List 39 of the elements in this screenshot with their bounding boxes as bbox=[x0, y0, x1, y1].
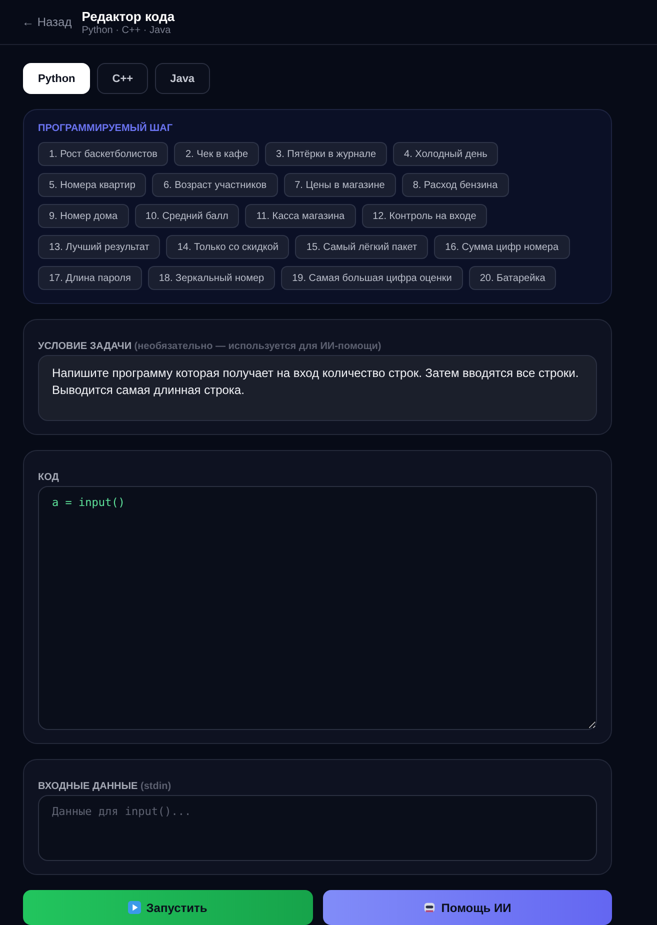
step-chip[interactable]: 2. Чек в кафе bbox=[174, 142, 260, 166]
step-chip[interactable]: 6. Возраст участников bbox=[152, 173, 278, 197]
step-chip[interactable]: 12. Контроль на входе bbox=[362, 204, 488, 228]
step-chip[interactable]: 8. Расход бензина bbox=[402, 173, 509, 197]
step-chip[interactable]: 9. Номер дома bbox=[38, 204, 129, 228]
play-icon bbox=[128, 901, 142, 914]
step-chip[interactable]: 17. Длина пароля bbox=[38, 266, 142, 290]
field-label: ВХОДНЫЕ ДАННЫЕ bbox=[38, 781, 138, 792]
step-chip[interactable]: 14. Только со скидкой bbox=[166, 235, 290, 259]
field-hint: (необязательно — используется для ИИ-помощи) bbox=[134, 341, 382, 352]
language-tab[interactable]: C++ bbox=[97, 63, 148, 94]
language-tab[interactable]: Java bbox=[155, 63, 210, 94]
step-chip[interactable]: 11. Касса магазина bbox=[245, 204, 356, 228]
ai-help-button[interactable]: Помощь ИИ bbox=[322, 890, 612, 925]
section-heading: ПРОГРАММИРУЕМЫЙ ШАГ bbox=[38, 123, 174, 134]
field-hint: (stdin) bbox=[140, 781, 172, 792]
step-chip[interactable]: 18. Зеркальный номер bbox=[148, 266, 276, 290]
code-editor[interactable]: a = input() bbox=[38, 486, 597, 730]
field-label: КОД bbox=[38, 472, 59, 483]
step-chip[interactable]: 3. Пятёрки в журнале bbox=[265, 142, 388, 166]
step-chip[interactable]: 10. Средний балл bbox=[134, 204, 240, 228]
step-chip[interactable]: 19. Самая большая цифра оценки bbox=[281, 266, 463, 290]
run-button[interactable]: Запустить bbox=[23, 890, 312, 925]
page-subtitle: Python · C++ · Java bbox=[82, 24, 172, 36]
step-chip[interactable]: 4. Холодный день bbox=[393, 142, 498, 166]
language-tab[interactable]: Python bbox=[23, 63, 90, 94]
step-chip[interactable]: 5. Номера квартир bbox=[38, 173, 146, 197]
step-chip[interactable]: 16. Сумма цифр номера bbox=[434, 235, 570, 259]
condition-field[interactable]: Напишите программу которая получает на вход количество строк. Затем вводятся все строки. Выводится самая длинная строка. bbox=[38, 355, 597, 421]
step-chip[interactable]: 15. Самый лёгкий пакет bbox=[295, 235, 428, 259]
robot-icon bbox=[423, 901, 436, 914]
step-chip[interactable]: 20. Батарейка bbox=[468, 266, 556, 290]
back-link[interactable]: ← Назад bbox=[22, 15, 72, 29]
page-title: Редактор кода bbox=[82, 8, 175, 24]
step-chip[interactable]: 7. Цены в магазине bbox=[284, 173, 396, 197]
step-chip[interactable]: 13. Лучший результат bbox=[38, 235, 160, 259]
stdin-field[interactable]: Данные для input()... bbox=[38, 795, 597, 861]
step-chip[interactable]: 1. Рост баскетболистов bbox=[38, 142, 168, 166]
field-label: УСЛОВИЕ ЗАДАЧИ bbox=[38, 341, 132, 352]
